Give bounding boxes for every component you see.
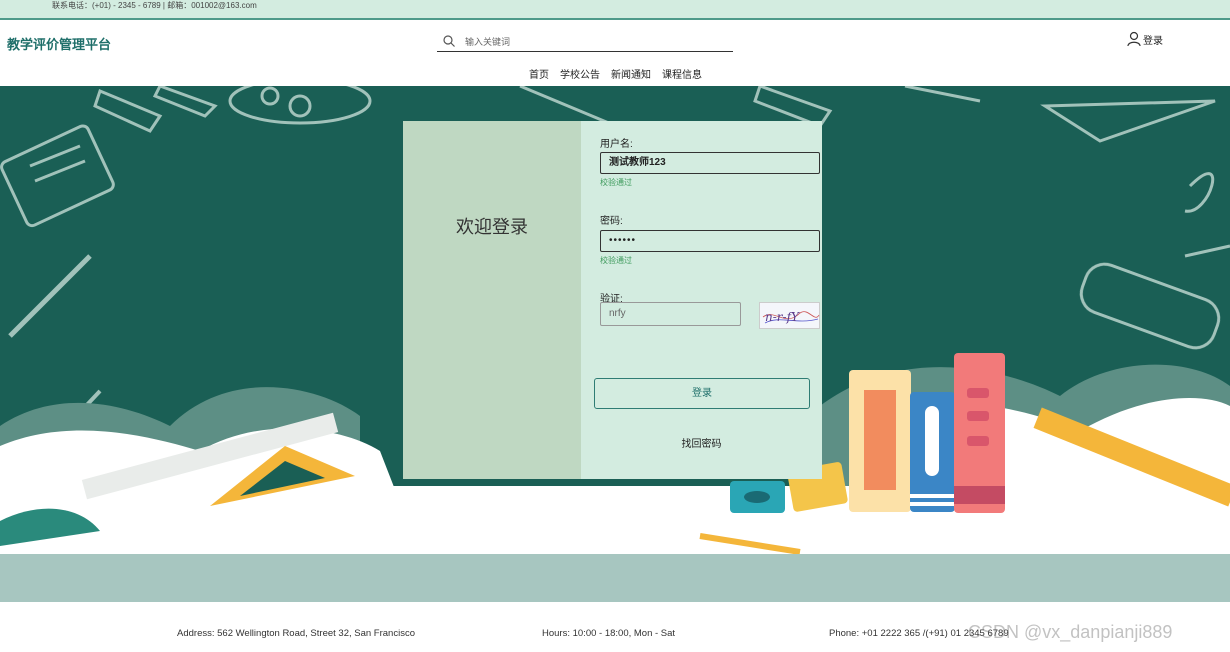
- search-bar: [437, 32, 733, 52]
- nav-item-announcements[interactable]: 学校公告: [560, 66, 600, 81]
- search-icon[interactable]: [442, 34, 456, 48]
- login-button[interactable]: 登录: [594, 378, 810, 409]
- user-icon: [1127, 31, 1141, 47]
- contact-bar: 联系电话：(+01) - 2345 - 6789 | 邮箱：001002@163…: [0, 0, 1230, 20]
- footer-address: Address: 562 Wellington Road, Street 32,…: [177, 628, 415, 639]
- footer-band: [0, 554, 1230, 602]
- header-login-link[interactable]: 登录: [1127, 31, 1163, 47]
- username-field[interactable]: 测试教师123: [600, 152, 820, 174]
- nav-item-home[interactable]: 首页: [529, 66, 549, 81]
- welcome-panel: 欢迎登录: [403, 121, 581, 479]
- header-login-label: 登录: [1143, 35, 1163, 47]
- watermark-text: CSDN @vx_danpianji889: [968, 622, 1173, 642]
- captcha-icon: n-r-fY: [762, 310, 820, 324]
- password-hint: 校验通过: [600, 256, 632, 265]
- password-field[interactable]: ••••••: [600, 230, 820, 252]
- main-nav: 首页 学校公告 新闻通知 课程信息: [529, 66, 702, 81]
- username-hint: 校验通过: [600, 178, 632, 187]
- nav-item-news[interactable]: 新闻通知: [611, 66, 651, 81]
- username-label: 用户名:: [600, 139, 633, 150]
- contact-info: 联系电话：(+01) - 2345 - 6789 | 邮箱：001002@163…: [52, 1, 257, 10]
- site-logo[interactable]: 教学评价管理平台: [7, 34, 111, 53]
- captcha-text: n-r-fY: [765, 310, 800, 324]
- nav-item-courses[interactable]: 课程信息: [662, 66, 702, 81]
- forgot-password-link[interactable]: 找回密码: [581, 435, 822, 450]
- captcha-image[interactable]: n-r-fY: [759, 302, 820, 329]
- password-label: 密码:: [600, 216, 623, 227]
- welcome-title: 欢迎登录: [456, 217, 528, 237]
- login-card: 欢迎登录 用户名: 测试教师123 校验通过 密码: •••••• 校验通过 验…: [403, 121, 822, 479]
- footer-hours: Hours: 10:00 - 18:00, Mon - Sat: [542, 628, 676, 639]
- captcha-field[interactable]: nrfy: [600, 302, 741, 326]
- login-form: 用户名: 测试教师123 校验通过 密码: •••••• 校验通过 验证: nr…: [581, 121, 822, 479]
- site-header: 教学评价管理平台 登录 首页 学校公告 新闻通知 课程信息: [0, 20, 1230, 86]
- search-input[interactable]: [465, 34, 725, 50]
